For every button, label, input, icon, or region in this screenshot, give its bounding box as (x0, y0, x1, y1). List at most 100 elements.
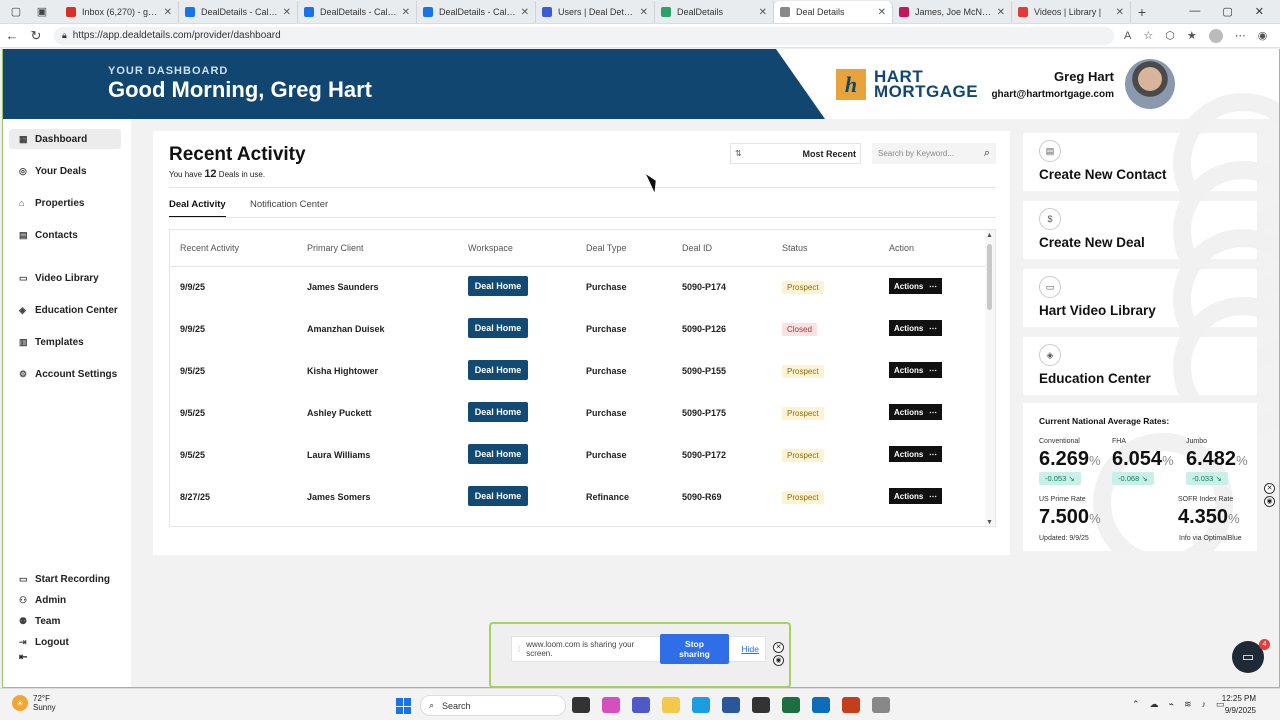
search-input[interactable] (878, 149, 978, 158)
read-aloud-icon[interactable]: A (1124, 30, 1131, 42)
close-tab-icon[interactable]: ✕ (1116, 7, 1124, 18)
browser-tab[interactable]: Deal Details ✕ (774, 1, 893, 23)
snipping-tool-icon[interactable] (872, 697, 890, 713)
browser-tab[interactable]: DealDetails - Calendar ✕ (298, 1, 417, 23)
sidebar-item-account-settings[interactable]: ⚙ Account Settings (9, 364, 121, 384)
close-icon[interactable]: ✕ (773, 642, 784, 653)
sidebar-item-dashboard[interactable]: ▦ Dashboard (9, 129, 121, 149)
deal-home-button[interactable]: Deal Home (468, 318, 528, 338)
windows-start-icon[interactable] (396, 698, 412, 714)
sidebar-item-contacts[interactable]: ▤ Contacts (9, 225, 121, 245)
sidebar-item-templates[interactable]: ▥ Templates (9, 332, 121, 352)
drag-handle-icon[interactable]: ⁞ (518, 645, 520, 654)
close-tab-icon[interactable]: ✕ (164, 7, 172, 18)
more-icon[interactable]: ⋯ (1235, 29, 1246, 42)
browser-tab[interactable]: DealDetails - Calendar ✕ (417, 1, 536, 23)
extensions-icon[interactable]: ⬡ (1165, 29, 1175, 42)
browser-tab[interactable]: DealDetails ✕ (655, 1, 774, 23)
hide-link[interactable]: Hide (742, 644, 759, 654)
weather-widget[interactable]: ☀ 72°F Sunny (12, 694, 56, 712)
close-tab-icon[interactable]: ✕ (640, 7, 648, 18)
favorites-icon[interactable]: ★ (1187, 29, 1197, 42)
outlook-icon[interactable] (812, 697, 830, 713)
deal-home-button[interactable]: Deal Home (468, 444, 528, 464)
browser-tab[interactable]: James, Joe McNierney ✕ (893, 1, 1012, 23)
user-avatar[interactable] (1125, 59, 1175, 109)
excel-icon[interactable] (782, 697, 800, 713)
scroll-down-icon[interactable]: ▼ (986, 519, 993, 526)
copilot-icon[interactable]: ◉ (1258, 29, 1268, 42)
actions-button[interactable]: Actions ⋯ (889, 278, 942, 294)
sidebar-item-start-recording[interactable]: ▭ Start Recording (9, 569, 121, 589)
sidebar-item-video-library[interactable]: ▭ Video Library (9, 268, 121, 288)
scroll-up-icon[interactable]: ▲ (986, 232, 993, 239)
primary-client[interactable]: Amanzhan Duisek (307, 324, 385, 334)
close-tab-icon[interactable]: ✕ (402, 7, 410, 18)
taskbar-search[interactable]: ⌕ Search (420, 695, 566, 716)
scroll-thumb[interactable] (987, 244, 992, 310)
close-tab-icon[interactable]: ✕ (997, 7, 1005, 18)
actions-button[interactable]: Actions ⋯ (889, 404, 942, 420)
profile-avatar[interactable] (1208, 28, 1223, 43)
close-tab-icon[interactable]: ✕ (521, 7, 529, 18)
volume-icon[interactable]: ♪ (1202, 699, 1207, 710)
deal-home-button[interactable]: Deal Home (468, 402, 528, 422)
table-scrollbar[interactable]: ▲ ▼ (985, 230, 995, 526)
workspaces-icon[interactable]: ▢ (6, 2, 26, 22)
powerpoint-icon[interactable] (842, 697, 860, 713)
sort-select[interactable]: ⇅ Most Recent (730, 143, 861, 164)
system-clock[interactable]: 12:25 PM 9/9/2025 (1222, 693, 1256, 717)
minimize-icon[interactable]: — (1189, 5, 1200, 18)
cloud-icon[interactable]: ☁ (1150, 699, 1159, 710)
stop-sharing-button[interactable]: Stop sharing (660, 634, 729, 664)
teams-icon[interactable] (632, 697, 650, 713)
primary-client[interactable]: James Somers (307, 492, 371, 502)
tab-actions-icon[interactable]: ▣ (32, 2, 52, 22)
browser-tab[interactable]: Inbox (6,270) - greg@ ✕ (60, 1, 179, 23)
refresh-icon[interactable]: ↻ (24, 28, 48, 44)
close-tab-icon[interactable]: ✕ (759, 7, 767, 18)
actions-button[interactable]: Actions ⋯ (889, 488, 942, 504)
sidebar-item-your-deals[interactable]: ◎ Your Deals (9, 161, 121, 181)
url-field[interactable]: 🔒︎ https://app.dealdetails.com/provider/… (54, 26, 1114, 45)
primary-client[interactable]: Kisha Hightower (307, 366, 378, 376)
tab-notification-center[interactable]: Notification Center (250, 199, 328, 210)
pause-icon[interactable]: ◉ (773, 655, 784, 666)
close-icon[interactable]: ✕ (1264, 483, 1275, 494)
browser-tab[interactable]: DealDetails - Calendar ✕ (179, 1, 298, 23)
chevron-up-icon[interactable]: ⌃ (1132, 699, 1140, 710)
close-tab-icon[interactable]: ✕ (283, 7, 291, 18)
quick-link-education-center[interactable]: ◈ Education Center (1023, 297, 1279, 437)
copilot-app-icon[interactable] (602, 697, 620, 713)
sidebar-item-team[interactable]: ⚉ Team (9, 611, 121, 631)
new-tab-button[interactable]: + (1131, 4, 1153, 20)
wifi-icon[interactable]: ≋ (1184, 699, 1192, 710)
store-icon[interactable] (722, 697, 740, 713)
maximize-icon[interactable]: ▢ (1222, 5, 1232, 18)
deal-home-button[interactable]: Deal Home (468, 486, 528, 506)
search-icon[interactable]: ⌕ (984, 147, 990, 160)
sidebar-item-properties[interactable]: ⌂ Properties (9, 193, 121, 213)
sidebar-item-education-center[interactable]: ◈ Education Center (9, 300, 121, 320)
primary-client[interactable]: Laura Williams (307, 450, 370, 460)
collapse-sidebar-icon[interactable]: ⇤ (9, 647, 121, 667)
actions-button[interactable]: Actions ⋯ (889, 446, 942, 462)
browser-tab[interactable]: Videos | Library | ✕ (1012, 1, 1131, 23)
tab-deal-activity[interactable]: Deal Activity (169, 199, 226, 218)
primary-client[interactable]: Ashley Puckett (307, 408, 372, 418)
file-explorer-icon[interactable] (662, 697, 680, 713)
vpn-icon[interactable]: ⌁ (1169, 699, 1174, 710)
deal-home-button[interactable]: Deal Home (468, 276, 528, 296)
sidebar-item-admin[interactable]: ⚇ Admin (9, 590, 121, 610)
favorite-star-icon[interactable]: ☆ (1143, 29, 1153, 42)
close-tab-icon[interactable]: ✕ (878, 7, 886, 18)
edge-icon[interactable] (692, 697, 710, 713)
browser-tab[interactable]: Users | Deal Details | ✕ (536, 1, 655, 23)
task-view-icon[interactable] (572, 697, 590, 713)
actions-button[interactable]: Actions ⋯ (889, 320, 942, 336)
actions-button[interactable]: Actions ⋯ (889, 362, 942, 378)
deal-home-button[interactable]: Deal Home (468, 360, 528, 380)
back-icon[interactable]: ← (0, 28, 24, 43)
close-window-icon[interactable]: ✕ (1255, 5, 1264, 18)
pause-icon[interactable]: ◉ (1264, 496, 1275, 507)
